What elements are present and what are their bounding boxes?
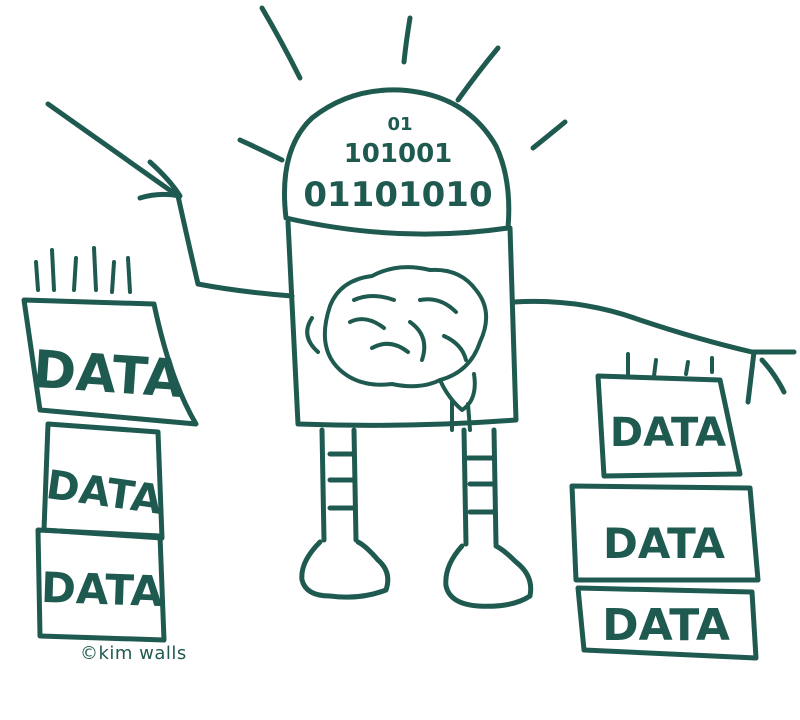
right-data-stack: DATA DATA DATA [569,352,761,661]
binary-line-1: 01 [387,114,412,135]
left-arm [175,193,295,299]
right-arm [511,298,797,355]
left-data-label: DATA [40,563,164,616]
robot-legs [319,427,499,547]
robot-feet [299,539,534,609]
right-data-label: DATA [603,519,725,568]
right-data-label: DATA [602,600,730,651]
artist-credit: ©kim walls [80,643,187,664]
binary-line-2: 101001 [344,139,453,169]
left-data-stack: DATA DATA DATA [21,246,199,643]
right-data-label: DATA [610,410,726,456]
pointer-arrow-icon [45,101,183,201]
binary-line-3: 01101010 [303,175,492,215]
robot-body [285,219,519,428]
brain-icon [305,265,488,432]
left-data-label: DATA [43,462,165,524]
robot-illustration: 01 101001 01101010 DATA DATA DATA DATA D… [21,5,797,661]
right-hand [745,349,787,405]
glow-lines [237,5,568,163]
left-data-label: DATA [31,340,186,410]
